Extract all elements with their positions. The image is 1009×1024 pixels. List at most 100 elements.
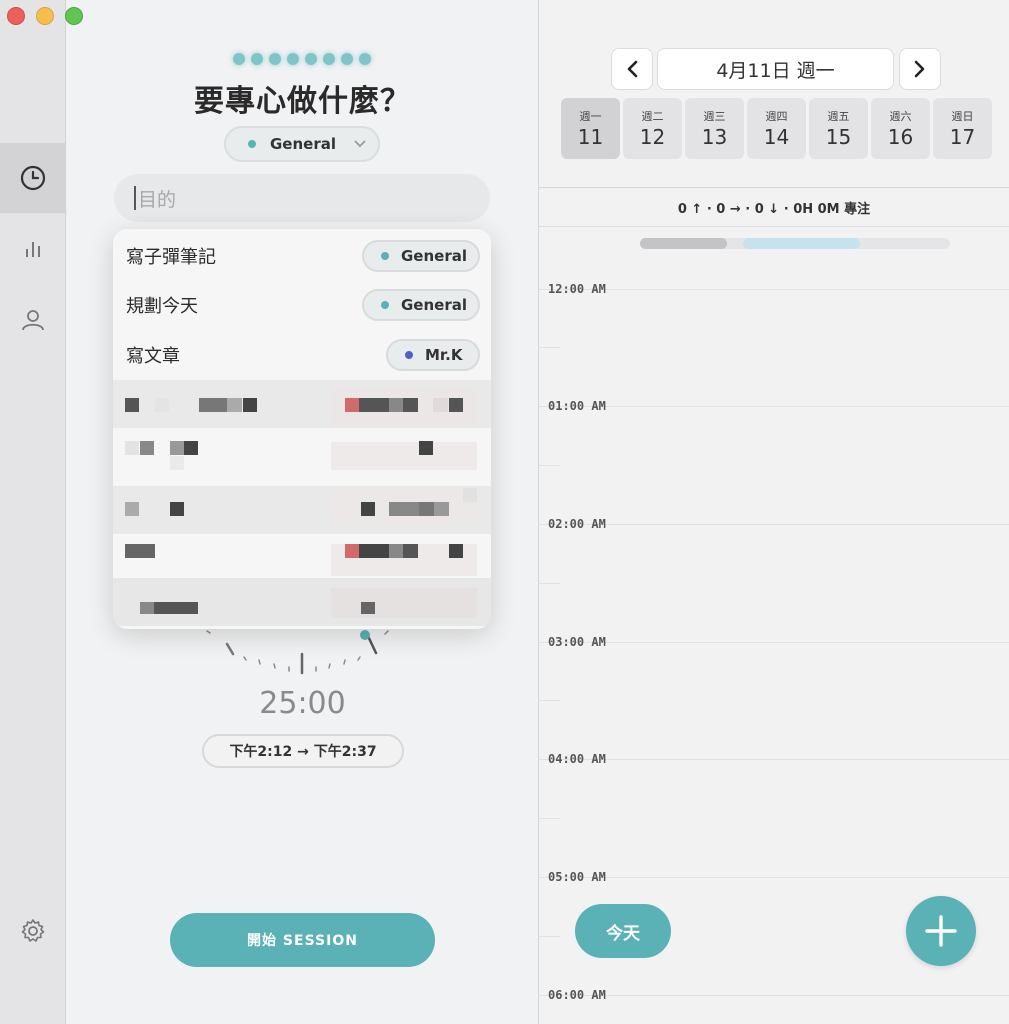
hour-line: [539, 406, 1009, 407]
day-name: 週四: [765, 110, 788, 123]
hour-label: 04:00 AM: [548, 752, 606, 766]
hour-line: [539, 524, 1009, 525]
hour-label: 06:00 AM: [548, 988, 606, 1002]
session-panel: 要專心做什麼？ General 目的 寫子彈筆記 General 規劃今天 Ge…: [67, 0, 538, 1024]
hour-label: 03:00 AM: [548, 635, 606, 649]
next-day-button[interactable]: [899, 48, 941, 90]
text-caret: [134, 186, 136, 210]
day-tab[interactable]: 週五 15: [809, 98, 868, 159]
day-name: 週日: [951, 110, 974, 123]
hour-label: 05:00 AM: [548, 870, 606, 884]
suggestion-tag: Mr.K: [386, 339, 480, 371]
suggestion-tag-label: General: [401, 296, 467, 314]
purpose-suggestions-dropdown: 寫子彈筆記 General 規劃今天 General 寫文章 Mr.K: [113, 229, 491, 629]
hour-label: 02:00 AM: [548, 517, 606, 531]
tag-color-dot: [248, 140, 256, 148]
sidebar: [0, 0, 66, 1024]
day-tab[interactable]: 週六 16: [871, 98, 930, 159]
hour-line: [539, 642, 1009, 643]
day-tab[interactable]: 週四 14: [747, 98, 806, 159]
half-hour-tick: [539, 465, 560, 466]
hour-label: 01:00 AM: [548, 399, 606, 413]
week-day-selector: 週一 11 週二 12 週三 13 週四 14 週五 15 週六 16 週日 17: [561, 98, 992, 159]
chevron-left-icon: [627, 60, 638, 78]
add-session-button[interactable]: [906, 896, 976, 966]
purpose-placeholder: 目的: [138, 188, 177, 211]
calendar-panel: 4月11日 週一 週一 11 週二 12 週三 13 週四 14 週五 15 週六 16 週…: [539, 0, 1009, 1024]
suggestion-tag: General: [362, 289, 480, 321]
redacted-list-item[interactable]: [113, 530, 491, 578]
day-name: 週三: [703, 110, 726, 123]
list-item[interactable]: 寫子彈筆記 General: [113, 232, 491, 280]
day-tab[interactable]: 週日 17: [933, 98, 992, 159]
chevron-right-icon: [914, 60, 925, 78]
divider: [539, 187, 1009, 188]
close-window-button[interactable]: [7, 7, 25, 25]
today-button[interactable]: 今天: [575, 904, 671, 958]
previous-day-button[interactable]: [611, 48, 653, 90]
day-name: 週六: [889, 110, 912, 123]
day-number: 13: [701, 125, 728, 149]
half-hour-tick: [539, 700, 560, 701]
hour-line: [539, 759, 1009, 760]
day-name: 週二: [641, 110, 664, 123]
window-controls: [7, 7, 83, 25]
plus-icon: [925, 915, 957, 947]
tag-select-label: General: [270, 135, 336, 153]
timeline-segment-visible: [743, 238, 860, 249]
person-icon: [22, 310, 44, 331]
current-date-title[interactable]: 4月11日 週一: [657, 48, 894, 90]
hour-label: 12:00 AM: [548, 282, 606, 296]
timer-dial[interactable]: [67, 620, 538, 680]
hour-line: [539, 995, 1009, 996]
half-hour-tick: [539, 583, 560, 584]
chevron-down-icon: [354, 137, 366, 151]
timeline-segment-past: [640, 238, 727, 249]
half-hour-tick: [539, 347, 560, 348]
page-title: 要專心做什麼？: [194, 84, 411, 119]
day-name: 週五: [827, 110, 850, 123]
sidebar-item-timer[interactable]: [0, 143, 66, 213]
redacted-list-item[interactable]: [113, 578, 491, 626]
redacted-list-item[interactable]: [113, 380, 491, 428]
redacted-list-item[interactable]: [113, 428, 491, 476]
minimize-window-button[interactable]: [36, 7, 54, 25]
session-progress-dots: [233, 53, 371, 65]
suggestion-tag-label: Mr.K: [425, 346, 463, 364]
day-number: 15: [825, 125, 852, 149]
day-name: 週一: [579, 110, 602, 123]
hour-line: [539, 289, 1009, 290]
day-number: 16: [887, 125, 914, 149]
hour-line: [539, 877, 1009, 878]
sidebar-item-settings[interactable]: [0, 896, 66, 966]
list-item[interactable]: 寫文章 Mr.K: [113, 331, 491, 379]
purpose-input[interactable]: 目的: [114, 174, 490, 222]
start-session-button[interactable]: 開始 SESSION: [170, 913, 435, 967]
suggestion-label: 寫子彈筆記: [126, 247, 216, 268]
day-number: 12: [639, 125, 666, 149]
tag-select[interactable]: General: [224, 126, 380, 162]
sidebar-item-profile[interactable]: [0, 285, 66, 355]
day-tab[interactable]: 週三 13: [685, 98, 744, 159]
bar-chart-icon: [26, 242, 40, 257]
clock-icon: [20, 165, 46, 191]
day-number: 17: [949, 125, 976, 149]
timer-display: 25:00: [259, 686, 346, 721]
suggestion-tag: General: [362, 240, 480, 272]
day-number: 14: [763, 125, 790, 149]
list-item[interactable]: 規劃今天 General: [113, 281, 491, 329]
zoom-window-button[interactable]: [65, 7, 83, 25]
redacted-list-item[interactable]: [113, 486, 491, 534]
suggestion-label: 規劃今天: [126, 296, 198, 317]
suggestion-tag-label: General: [401, 247, 467, 265]
focus-stats: 0 ↑ · 0 → · 0 ↓ · 0H 0M 專注: [677, 202, 871, 217]
divider: [539, 226, 1009, 227]
day-tab[interactable]: 週二 12: [623, 98, 682, 159]
session-time-range: 下午2:12 → 下午2:37: [202, 734, 404, 768]
half-hour-tick: [539, 818, 560, 819]
day-tab[interactable]: 週一 11: [561, 98, 620, 159]
sidebar-item-stats[interactable]: [0, 214, 66, 284]
gear-icon: [21, 919, 45, 942]
half-hour-tick: [539, 936, 560, 937]
suggestion-label: 寫文章: [126, 346, 180, 367]
